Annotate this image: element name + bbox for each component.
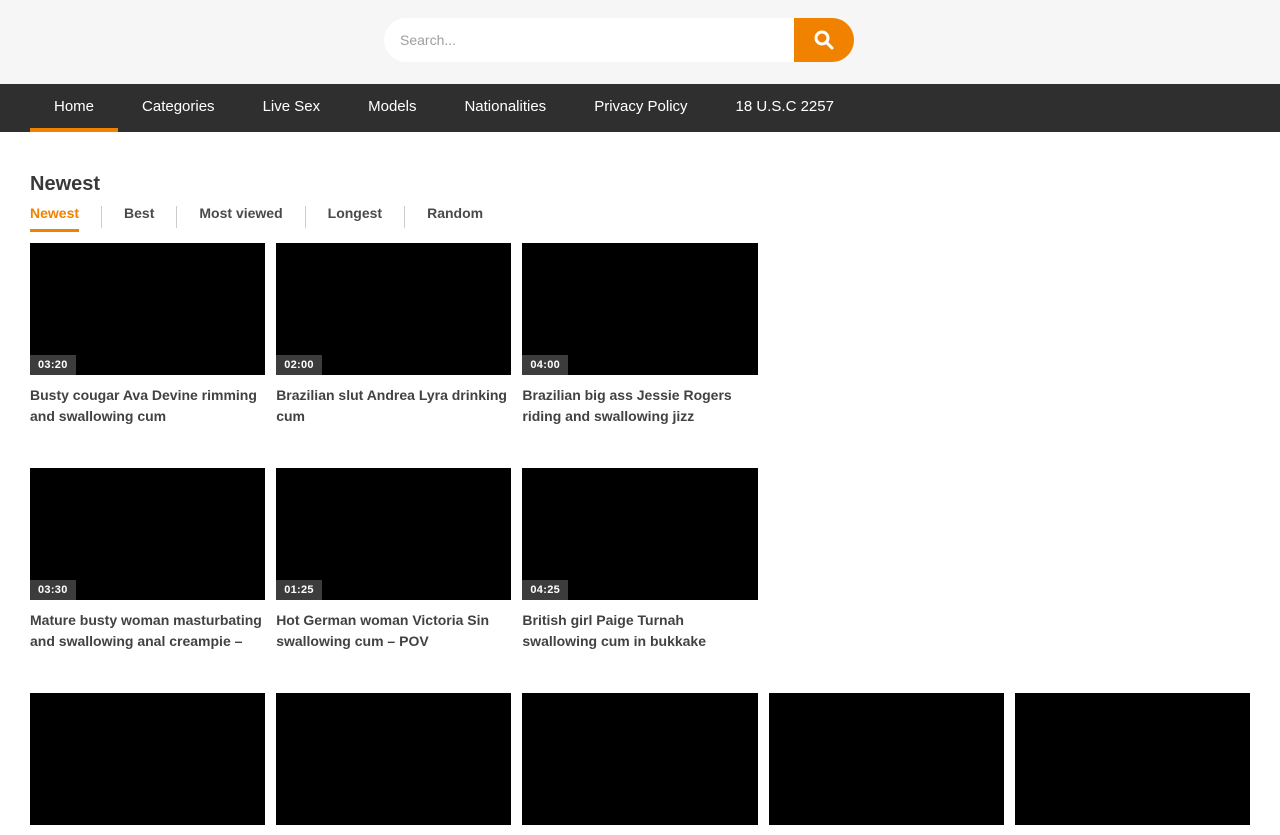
search-form: [384, 18, 854, 62]
duration-badge: 04:00: [522, 355, 568, 375]
search-icon: [813, 29, 835, 51]
tab-separator: [404, 206, 405, 228]
nav-link[interactable]: Privacy Policy: [570, 84, 711, 132]
nav-item: Home: [30, 84, 118, 132]
sort-tabs: Newest Best Most viewed Longest Random: [30, 206, 1250, 232]
video-thumbnail[interactable]: 01:25: [276, 468, 511, 600]
video-title[interactable]: Brazilian big ass Jessie Rogers riding a…: [522, 385, 757, 427]
nav-link[interactable]: Nationalities: [440, 84, 570, 132]
video-thumbnail[interactable]: [30, 693, 265, 825]
video-card[interactable]: 03:30 Mature busty woman masturbating an…: [30, 468, 265, 652]
video-card[interactable]: [276, 693, 511, 835]
video-card[interactable]: [1015, 693, 1250, 835]
nav-link[interactable]: Categories: [118, 84, 239, 132]
tab-separator: [305, 206, 306, 228]
video-card[interactable]: 04:00 Brazilian big ass Jessie Rogers ri…: [522, 243, 757, 427]
nav-list: Home Categories Live Sex Models National…: [30, 84, 1250, 132]
nav-item: Nationalities: [440, 84, 570, 132]
video-card[interactable]: 01:25 Hot German woman Victoria Sin swal…: [276, 468, 511, 652]
video-thumbnail[interactable]: [1015, 693, 1250, 825]
sort-tab[interactable]: Best: [124, 206, 154, 232]
nav-link[interactable]: 18 U.S.C 2257: [712, 84, 858, 132]
video-card[interactable]: 03:20 Busty cougar Ava Devine rimming an…: [30, 243, 265, 427]
tab-separator: [176, 206, 177, 228]
nav-item: Models: [344, 84, 440, 132]
nav-link[interactable]: Live Sex: [239, 84, 345, 132]
duration-badge: 02:00: [276, 355, 322, 375]
video-title[interactable]: Hot German woman Victoria Sin swallowing…: [276, 610, 511, 652]
video-thumbnail[interactable]: [769, 693, 1004, 825]
video-title[interactable]: British girl Paige Turnah swallowing cum…: [522, 610, 757, 652]
video-card[interactable]: 02:00 Brazilian slut Andrea Lyra drinkin…: [276, 243, 511, 427]
main-content: Newest Newest Best Most viewed Longest Rando…: [0, 172, 1280, 835]
video-thumbnail[interactable]: 03:20: [30, 243, 265, 375]
video-thumbnail[interactable]: [276, 693, 511, 825]
video-thumbnail[interactable]: [522, 693, 757, 825]
video-card[interactable]: [522, 693, 757, 835]
video-thumbnail[interactable]: 04:00: [522, 243, 757, 375]
sort-tab[interactable]: Longest: [328, 206, 382, 232]
nav-item: Categories: [118, 84, 239, 132]
site-header: [0, 0, 1280, 84]
tab-separator: [101, 206, 102, 228]
duration-badge: 04:25: [522, 580, 568, 600]
nav-item: Live Sex: [239, 84, 345, 132]
nav-link[interactable]: Home: [30, 84, 118, 132]
search-button[interactable]: [794, 18, 854, 62]
video-thumbnail[interactable]: 02:00: [276, 243, 511, 375]
video-card[interactable]: [769, 693, 1004, 835]
video-thumbnail[interactable]: 03:30: [30, 468, 265, 600]
sort-tab[interactable]: Random: [427, 206, 483, 232]
sort-tab[interactable]: Newest: [30, 206, 79, 232]
video-thumbnail[interactable]: 04:25: [522, 468, 757, 600]
section-title: Newest: [30, 172, 1250, 196]
duration-badge: 03:20: [30, 355, 76, 375]
main-nav: Home Categories Live Sex Models National…: [0, 84, 1280, 132]
search-input[interactable]: [384, 18, 794, 62]
video-title[interactable]: Mature busty woman masturbating and swal…: [30, 610, 265, 652]
video-card[interactable]: 04:25 British girl Paige Turnah swallowi…: [522, 468, 757, 652]
video-title[interactable]: Brazilian slut Andrea Lyra drinking cum: [276, 385, 511, 427]
duration-badge: 03:30: [30, 580, 76, 600]
sort-tab[interactable]: Most viewed: [199, 206, 282, 232]
duration-badge: 01:25: [276, 580, 322, 600]
nav-item: 18 U.S.C 2257: [712, 84, 858, 132]
video-card[interactable]: [30, 693, 265, 835]
nav-link[interactable]: Models: [344, 84, 440, 132]
nav-item: Privacy Policy: [570, 84, 711, 132]
video-title[interactable]: Busty cougar Ava Devine rimming and swal…: [30, 385, 265, 427]
video-grid: 03:20 Busty cougar Ava Devine rimming an…: [30, 243, 1250, 835]
